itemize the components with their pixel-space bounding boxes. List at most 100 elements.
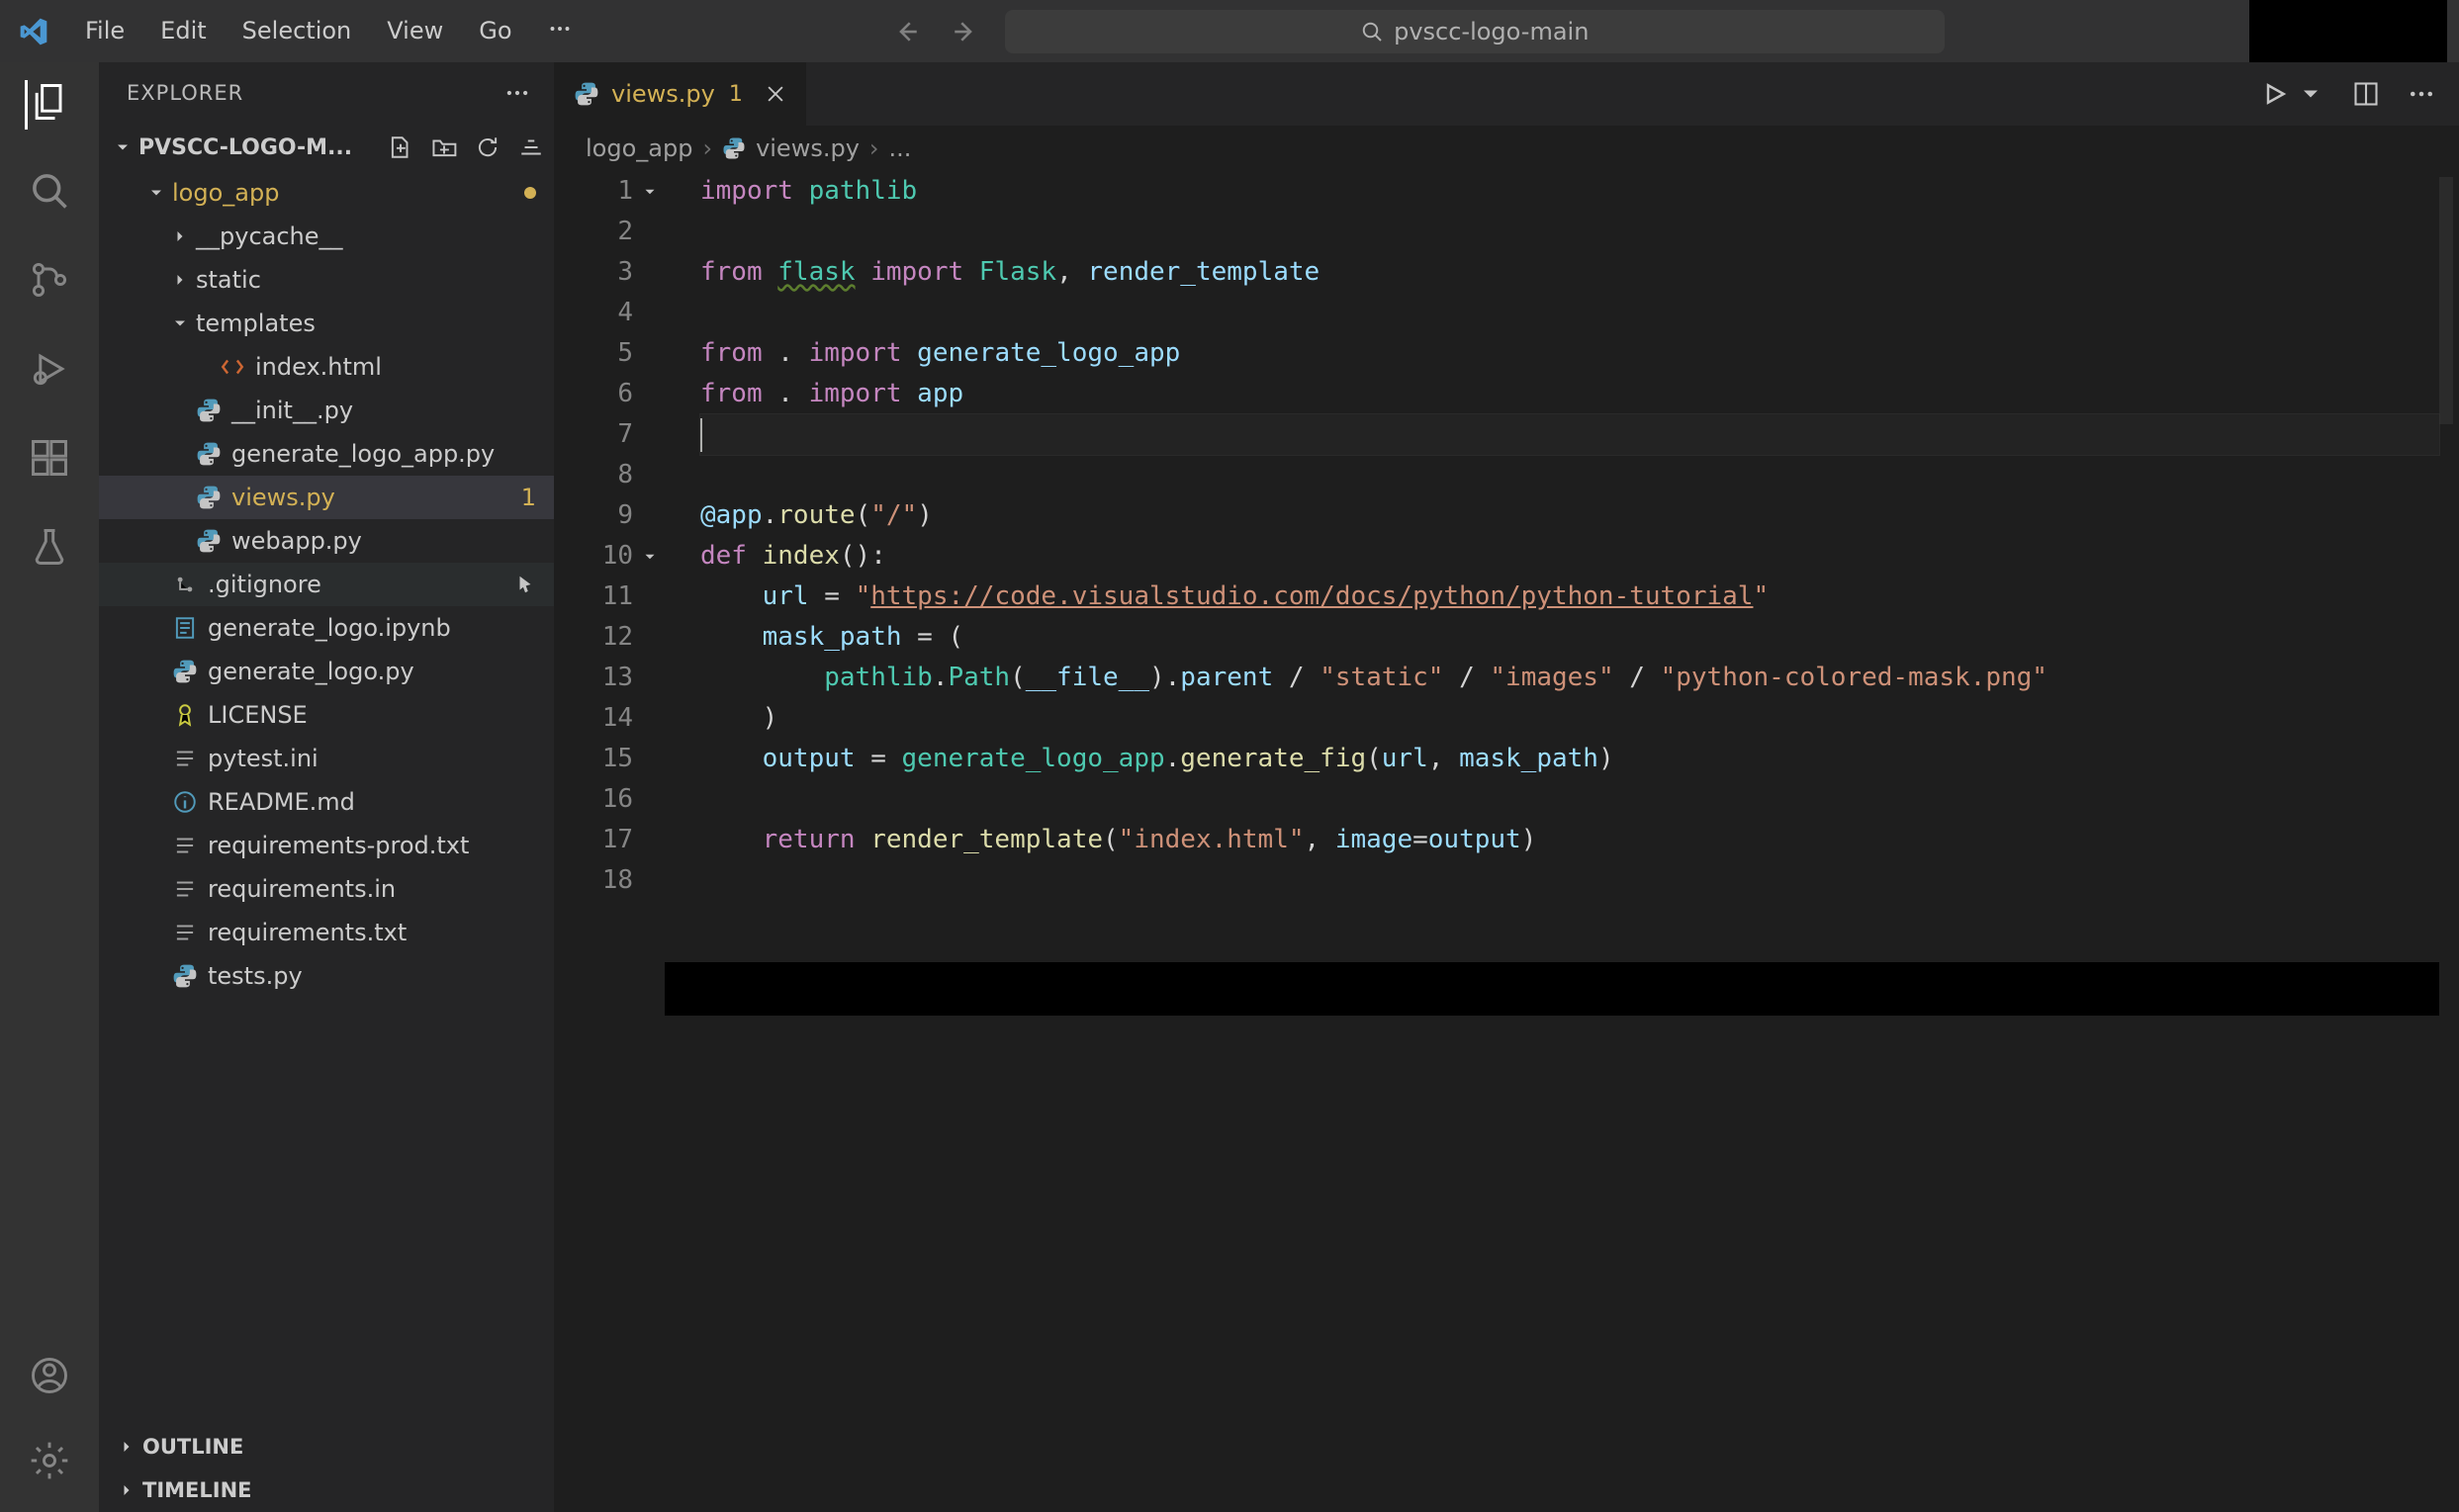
tree-item-label: logo_app: [172, 179, 279, 207]
tree-file[interactable]: generate_logo.ipynb: [99, 606, 554, 650]
menu-selection[interactable]: Selection: [225, 9, 370, 54]
new-file-icon[interactable]: [388, 134, 413, 160]
menu-edit[interactable]: Edit: [142, 9, 224, 54]
txt-icon: [172, 876, 198, 902]
modified-dot-icon: [524, 187, 536, 199]
tree-folder[interactable]: static: [99, 258, 554, 302]
chevron-down-icon: [170, 313, 190, 333]
activity-testing[interactable]: [28, 525, 71, 575]
collapse-all-icon[interactable]: [518, 134, 544, 160]
outline-section[interactable]: OUTLINE: [99, 1425, 554, 1468]
python-icon: [196, 441, 222, 467]
activity-settings[interactable]: [28, 1439, 71, 1488]
code-line: from . import generate_logo_app: [700, 333, 2439, 374]
info-icon: [172, 789, 198, 815]
python-icon: [574, 81, 599, 107]
code-line: [700, 293, 2439, 333]
activity-explorer[interactable]: [25, 80, 71, 130]
chevron-right-icon: [117, 1437, 137, 1457]
sidebar-more-icon[interactable]: [504, 80, 530, 106]
activity-run-debug[interactable]: [28, 347, 71, 397]
tree-file[interactable]: index.html: [99, 345, 554, 389]
tree-file[interactable]: .gitignore: [99, 563, 554, 606]
folder-header[interactable]: PVSCC-LOGO-M...: [99, 124, 554, 171]
minimap[interactable]: [2439, 177, 2453, 424]
tree-file[interactable]: README.md: [99, 780, 554, 824]
chevron-down-icon: [146, 183, 166, 203]
tree-folder[interactable]: templates: [99, 302, 554, 345]
sidebar-explorer: EXPLORER PVSCC-LOGO-M... logo_app__pycac…: [99, 62, 554, 1512]
nav-back-icon[interactable]: [894, 18, 922, 45]
editor-more-icon[interactable]: [2408, 80, 2435, 108]
code-line: from flask import Flask, render_template: [700, 252, 2439, 293]
tree-file[interactable]: requirements-prod.txt: [99, 824, 554, 867]
code-line: pathlib.Path(__file__).parent / "static"…: [700, 658, 2439, 698]
activity-source-control[interactable]: [28, 258, 71, 308]
code-line: mask_path = (: [700, 617, 2439, 658]
python-icon: [196, 398, 222, 423]
tree-item-label: views.py: [231, 484, 335, 511]
tree-folder[interactable]: __pycache__: [99, 215, 554, 258]
code-line: return render_template("index.html", ima…: [700, 820, 2439, 860]
editor: views.py 1 logo_app › views.py › ... 12: [554, 62, 2459, 1512]
tree-item-label: .gitignore: [208, 571, 321, 598]
python-icon: [196, 485, 222, 510]
title-bar: File Edit Selection View Go pvscc-logo-m…: [0, 0, 2459, 62]
fold-chevron-icon[interactable]: [641, 548, 659, 566]
activity-search[interactable]: [28, 169, 71, 219]
fold-chevron-icon[interactable]: [641, 183, 659, 201]
window-controls-region: [2249, 0, 2447, 62]
html-icon: [220, 354, 245, 380]
split-editor-icon[interactable]: [2352, 80, 2380, 108]
tree-file[interactable]: generate_logo.py: [99, 650, 554, 693]
command-center-search[interactable]: pvscc-logo-main: [1005, 10, 1945, 53]
code-line: import pathlib: [700, 171, 2439, 212]
breadcrumb-separator: ›: [869, 134, 879, 162]
code-line: url = "https://code.visualstudio.com/doc…: [700, 577, 2439, 617]
tree-folder[interactable]: logo_app: [99, 171, 554, 215]
menu-file[interactable]: File: [67, 9, 142, 54]
tree-file[interactable]: requirements.in: [99, 867, 554, 911]
python-icon: [722, 136, 746, 160]
menu-go[interactable]: Go: [461, 9, 529, 54]
timeline-section[interactable]: TIMELINE: [99, 1468, 554, 1512]
code-editor[interactable]: 123456789101112131415161718 import pathl…: [554, 171, 2459, 1512]
tree-item-label: requirements.in: [208, 875, 396, 903]
text-cursor: [700, 418, 702, 452]
file-tree: logo_app __pycache__static templatesindex.…: [99, 171, 554, 1424]
code-line: [700, 860, 2439, 901]
code-line: [700, 455, 2439, 495]
tree-file[interactable]: tests.py: [99, 954, 554, 998]
refresh-icon[interactable]: [475, 134, 501, 160]
chevron-right-icon: [170, 226, 190, 246]
run-file-button[interactable]: [2261, 80, 2324, 108]
new-folder-icon[interactable]: [431, 134, 457, 160]
breadcrumbs[interactable]: logo_app › views.py › ...: [554, 126, 2459, 171]
tree-item-label: static: [196, 266, 261, 294]
menu-view[interactable]: View: [369, 9, 461, 54]
breadcrumb-separator: ›: [702, 134, 712, 162]
activity-accounts[interactable]: [28, 1354, 71, 1403]
redaction-overlay: [665, 962, 2439, 1016]
tree-file[interactable]: LICENSE: [99, 693, 554, 737]
close-icon[interactable]: [765, 83, 786, 105]
tab-views-py[interactable]: views.py 1: [554, 62, 807, 126]
notebook-icon: [172, 615, 198, 641]
activity-extensions[interactable]: [28, 436, 71, 486]
python-icon: [196, 528, 222, 554]
tree-file[interactable]: pytest.ini: [99, 737, 554, 780]
tree-file[interactable]: __init__.py: [99, 389, 554, 432]
tree-item-label: LICENSE: [208, 701, 308, 729]
breadcrumb-item[interactable]: views.py: [756, 134, 860, 162]
tree-file[interactable]: requirements.txt: [99, 911, 554, 954]
license-icon: [172, 702, 198, 728]
tree-file[interactable]: generate_logo_app.py: [99, 432, 554, 476]
nav-forward-icon[interactable]: [950, 18, 977, 45]
menu-more[interactable]: [530, 9, 590, 54]
breadcrumb-item[interactable]: ...: [889, 134, 912, 162]
tree-file[interactable]: webapp.py: [99, 519, 554, 563]
txt-icon: [172, 920, 198, 945]
code-line: ): [700, 698, 2439, 739]
breadcrumb-item[interactable]: logo_app: [586, 134, 692, 162]
tree-file[interactable]: views.py1: [99, 476, 554, 519]
